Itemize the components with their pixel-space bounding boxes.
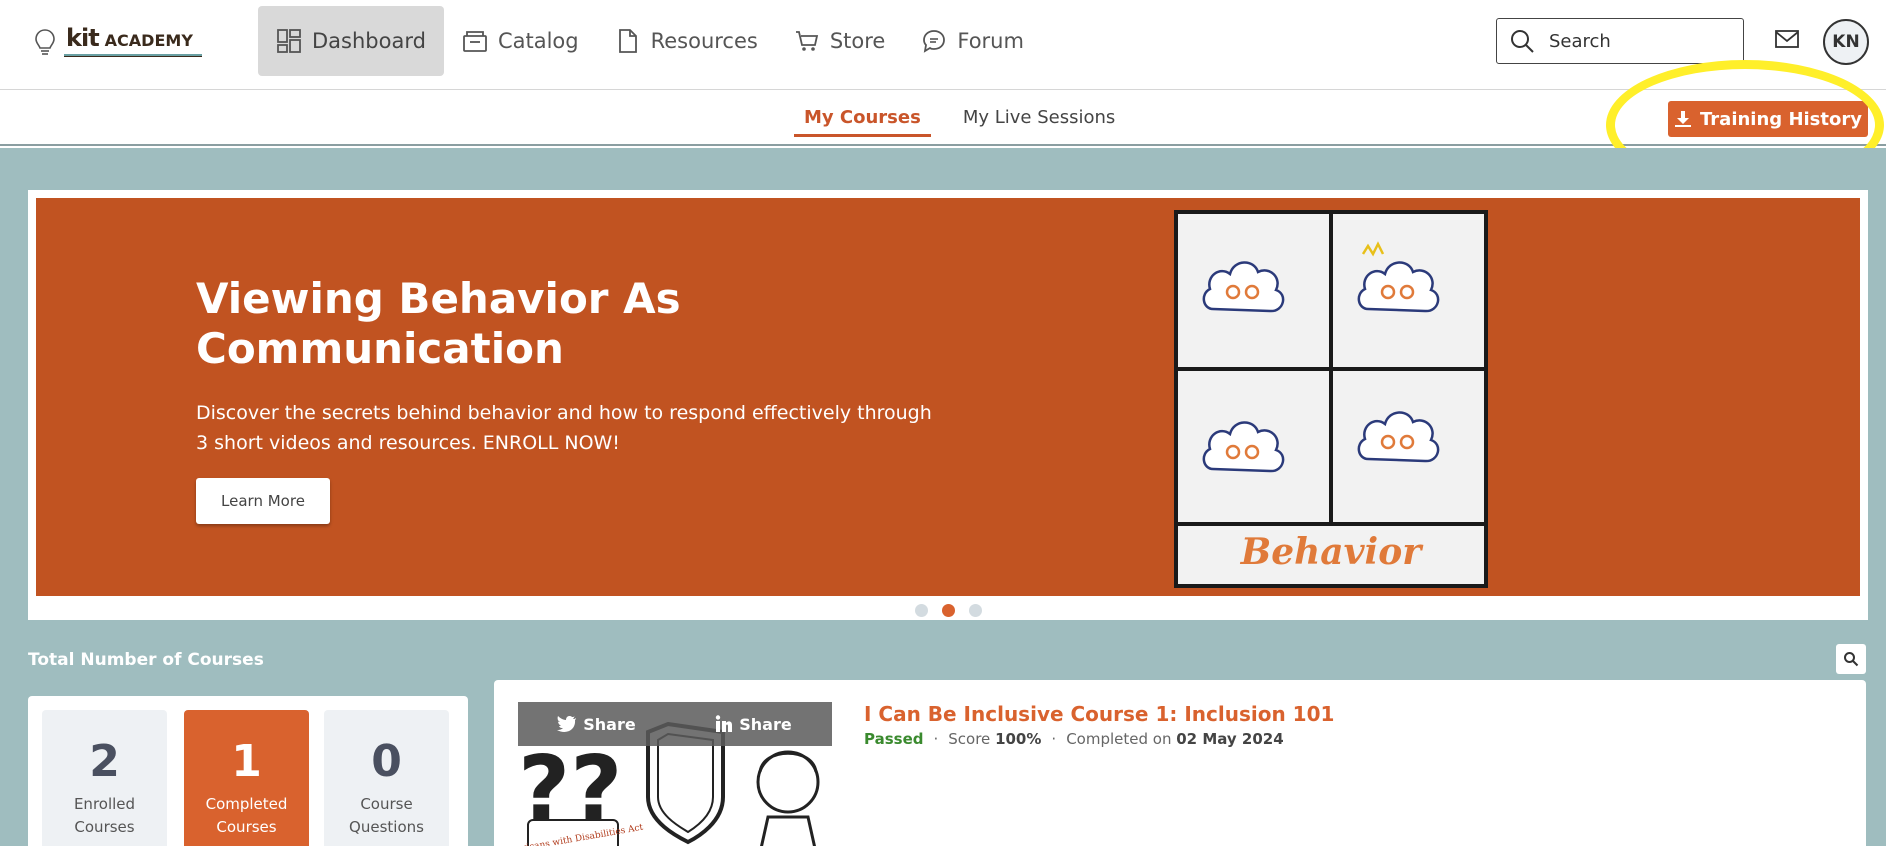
meta-separator: ·: [1051, 730, 1057, 748]
image-caption: Behavior: [1240, 531, 1424, 573]
stat-value: 0: [371, 736, 402, 787]
course-meta: Passed · Score 100% · Completed on 02 Ma…: [864, 730, 1284, 748]
linkedin-icon: [716, 715, 733, 732]
stat-completed-courses[interactable]: 1 Completed Courses: [184, 710, 309, 846]
carousel-dots: [28, 604, 1868, 617]
share-linkedin-label: Share: [739, 714, 792, 734]
nav-catalog[interactable]: Catalog: [444, 6, 597, 76]
nav-forum[interactable]: Forum: [903, 6, 1042, 76]
carousel-dot-2[interactable]: [941, 604, 955, 617]
nav-dashboard[interactable]: Dashboard: [258, 6, 444, 76]
course-stats-card: 2 Enrolled Courses 1 Completed Courses 0 C…: [28, 696, 468, 846]
carousel-dot-1[interactable]: [914, 604, 928, 617]
course-card[interactable]: ?? Americans with Disabilities Act Share…: [494, 680, 1866, 846]
nav-store[interactable]: Store: [776, 6, 904, 76]
logo-text: kit ACADEMY: [66, 24, 193, 52]
stat-value: 2: [89, 736, 120, 787]
twitter-icon: [557, 716, 577, 732]
cloud-faces-grid: Behavior: [1178, 214, 1484, 573]
stat-course-questions[interactable]: 0 Course Questions: [324, 710, 449, 846]
document-icon: [618, 29, 637, 53]
cart-icon: [795, 31, 818, 51]
stat-label: Course Questions: [349, 795, 424, 836]
course-completed-date: Completed on 02 May 2024: [1066, 730, 1284, 748]
magnifier-icon: [1844, 652, 1859, 667]
nav-resources[interactable]: Resources: [597, 6, 776, 76]
main-content: Viewing Behavior As Communication Discov…: [0, 148, 1886, 846]
training-history-label: Training History: [1700, 108, 1862, 130]
search-input[interactable]: Search: [1496, 18, 1744, 64]
nav-forum-label: Forum: [957, 29, 1024, 53]
share-twitter-button[interactable]: Share: [518, 702, 675, 746]
total-courses-heading: Total Number of Courses: [28, 650, 264, 670]
top-navigation-bar: kit ACADEMY Dashboard Catalog Resources S…: [0, 0, 1886, 90]
share-twitter-label: Share: [583, 714, 636, 734]
user-avatar[interactable]: KN: [1823, 19, 1869, 65]
featured-carousel: Viewing Behavior As Communication Discov…: [28, 190, 1868, 620]
chat-icon: [923, 30, 946, 53]
course-thumbnail[interactable]: ?? Americans with Disabilities Act Share…: [518, 702, 832, 846]
tab-my-courses[interactable]: My Courses: [794, 107, 931, 137]
nav-store-label: Store: [829, 29, 886, 53]
download-icon: [1675, 111, 1691, 127]
nav-dashboard-label: Dashboard: [312, 29, 426, 53]
nav-resources-label: Resources: [650, 29, 758, 53]
nav-catalog-label: Catalog: [497, 29, 579, 53]
sub-navigation-bar: My Courses My Live Sessions Training His…: [0, 91, 1886, 146]
course-status: Passed: [864, 730, 924, 748]
main-nav: Dashboard Catalog Resources Store Forum: [258, 6, 1042, 76]
share-bar: Share Share: [518, 702, 832, 746]
dashboard-icon: [277, 29, 301, 53]
banner-description: Discover the secrets behind behavior and…: [196, 402, 932, 454]
training-history-button[interactable]: Training History: [1668, 101, 1868, 137]
search-placeholder: Search: [1549, 30, 1611, 52]
course-score: Score 100%: [948, 730, 1042, 748]
carousel-dot-3[interactable]: [968, 604, 982, 617]
behavior-illustration: Behavior: [1174, 210, 1488, 588]
share-linkedin-button[interactable]: Share: [675, 702, 832, 746]
logo-underline: [64, 54, 202, 57]
learn-more-button[interactable]: Learn More: [196, 478, 330, 524]
kit-academy-logo[interactable]: kit ACADEMY: [34, 22, 204, 62]
meta-separator: ·: [933, 730, 939, 748]
stat-value: 1: [231, 736, 262, 787]
search-icon: [1511, 30, 1534, 53]
course-tabs: My Courses My Live Sessions: [794, 107, 1125, 137]
course-title[interactable]: I Can Be Inclusive Course 1: Inclusion 1…: [864, 702, 1334, 726]
lightbulb-icon: [35, 29, 55, 55]
mail-icon[interactable]: [1774, 28, 1800, 50]
search-courses-button[interactable]: [1836, 644, 1866, 674]
tab-my-live-sessions[interactable]: My Live Sessions: [953, 107, 1125, 137]
carousel-slide: Viewing Behavior As Communication Discov…: [36, 198, 1860, 596]
stat-enrolled-courses[interactable]: 2 Enrolled Courses: [42, 710, 167, 846]
banner-title: Viewing Behavior As Communication: [196, 274, 681, 373]
catalog-icon: [463, 31, 487, 52]
stat-label: Completed Courses: [205, 795, 288, 836]
stat-label: Enrolled Courses: [73, 795, 136, 836]
